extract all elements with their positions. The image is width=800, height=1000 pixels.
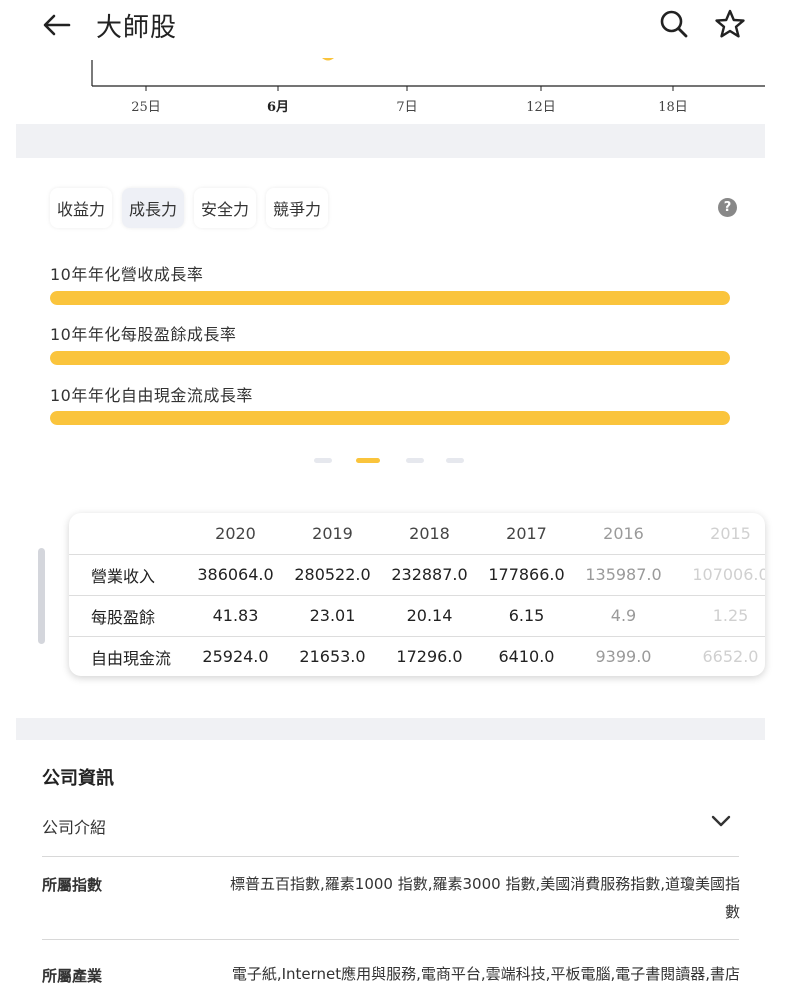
metric-tabs: 收益力 成長力 安全力 競爭力 <box>50 188 329 228</box>
metric-bar <box>50 351 730 365</box>
index-value-line: 數 <box>724 903 740 921</box>
table-row: 營業收入 386064.0 280522.0 232887.0 177866.0… <box>69 553 765 595</box>
company-intro-label: 公司介紹 <box>42 818 107 837</box>
table-cell: 23.01 <box>284 594 381 636</box>
metric-bar <box>50 411 730 425</box>
column-header: 2019 <box>312 523 353 543</box>
tick-label: 12日 <box>526 100 556 115</box>
tab-safety[interactable]: 安全力 <box>194 188 257 228</box>
table-row: 每股盈餘 41.83 23.01 20.14 6.15 4.9 1.25 <box>69 594 765 636</box>
chart-marker <box>322 58 334 61</box>
favorite-button[interactable] <box>712 6 748 42</box>
company-intro-toggle[interactable]: 公司介紹 <box>42 806 739 856</box>
tab-earnings[interactable]: 收益力 <box>50 188 113 228</box>
row-label: 每股盈餘 <box>69 594 187 636</box>
metric-bar-fill <box>50 411 730 425</box>
tick-label: 18日 <box>658 100 688 115</box>
column-header: 2020 <box>215 523 256 543</box>
star-icon <box>715 9 745 38</box>
column-header: 2016 <box>603 523 644 543</box>
table-cell: 386064.0 <box>187 553 284 595</box>
divider <box>42 856 739 857</box>
industry-key: 所屬產業 <box>42 967 103 985</box>
tick-label: 6月 <box>266 100 290 115</box>
metric-label: 10年年化自由現金流成長率 <box>50 386 253 405</box>
row-label: 自由現金流 <box>69 635 187 676</box>
pager-dot[interactable] <box>446 458 464 463</box>
arrow-left-icon <box>43 14 71 36</box>
tick-label: 7日 <box>396 100 418 115</box>
metric-label: 10年年化營收成長率 <box>50 265 204 284</box>
table-cell: 21653.0 <box>284 635 381 676</box>
table-cell: 41.83 <box>187 594 284 636</box>
index-value-line: 標普五百指數,羅素1000 指數,羅素3000 指數,美國消費服務指數,道瓊美國… <box>230 875 740 893</box>
table-corner <box>69 513 187 554</box>
table-row: 自由現金流 25924.0 21653.0 17296.0 6410.0 939… <box>69 635 765 676</box>
search-icon <box>660 10 688 38</box>
table-header-row: 2020 2019 2018 2017 2016 2015 <box>69 513 765 554</box>
chevron-down-icon <box>711 815 731 827</box>
metric-bar <box>50 291 730 305</box>
index-key: 所屬指數 <box>42 876 103 894</box>
pager-dot[interactable] <box>314 458 332 463</box>
search-button[interactable] <box>656 6 692 42</box>
tick-label: 25日 <box>131 100 161 115</box>
table-cell: 6410.0 <box>478 635 575 676</box>
top-bar: 大師股 <box>16 0 765 58</box>
pager-dot[interactable] <box>406 458 424 463</box>
app-view: 大師股 25日 6月 7日 12日 18日 收益力 成長力 安全力 競爭力 ? … <box>16 0 765 1000</box>
section-title: 公司資訊 <box>42 768 114 789</box>
table-cell: 107006.0 <box>672 553 765 595</box>
table-cell: 232887.0 <box>381 553 478 595</box>
table-cell: 177866.0 <box>478 553 575 595</box>
column-header: 2018 <box>409 523 450 543</box>
table-cell: 25924.0 <box>187 635 284 676</box>
tab-competitiveness[interactable]: 競爭力 <box>266 188 329 228</box>
industry-value: 電子紙,Internet應用與服務,電商平台,雲端科技,平板電腦,電子書閱讀器,… <box>231 965 740 983</box>
price-chart-fragment: 25日 6月 7日 12日 18日 <box>16 58 765 124</box>
table-cell: 20.14 <box>381 594 478 636</box>
table-cell: 1.25 <box>672 594 765 636</box>
side-scroll-indicator[interactable] <box>38 548 45 644</box>
pager-dot[interactable] <box>356 458 380 463</box>
table-cell: 6.15 <box>478 594 575 636</box>
table-cell: 17296.0 <box>381 635 478 676</box>
help-icon[interactable]: ? <box>718 198 737 217</box>
column-header: 2015 <box>710 523 751 543</box>
divider <box>42 939 739 940</box>
tab-growth[interactable]: 成長力 <box>122 188 185 228</box>
page-title: 大師股 <box>96 13 178 43</box>
metric-bar-fill <box>50 291 730 305</box>
table-cell: 6652.0 <box>672 635 765 676</box>
table-cell: 135987.0 <box>575 553 672 595</box>
column-header: 2017 <box>506 523 547 543</box>
index-value: 標普五百指數,羅素1000 指數,羅素3000 指數,美國消費服務指數,道瓊美國… <box>146 870 740 926</box>
growth-card: 收益力 成長力 安全力 競爭力 ? 10年年化營收成長率 10年年化每股盈餘成長… <box>16 158 765 718</box>
table-cell: 9399.0 <box>575 635 672 676</box>
table-cell: 4.9 <box>575 594 672 636</box>
table-cell: 280522.0 <box>284 553 381 595</box>
metric-label: 10年年化每股盈餘成長率 <box>50 325 237 344</box>
row-label: 營業收入 <box>69 553 187 595</box>
chart-axis <box>91 58 765 91</box>
back-button[interactable] <box>40 8 74 42</box>
metric-bar-fill <box>50 351 730 365</box>
company-info-card: 公司資訊 公司介紹 所屬指數 標普五百指數,羅素1000 指數,羅素3000 指… <box>16 740 765 1000</box>
financial-table[interactable]: 2020 2019 2018 2017 2016 2015 營業收入 38606… <box>69 513 765 676</box>
page: 大師股 25日 6月 7日 12日 18日 收益力 成長力 安全力 競爭力 ? … <box>0 0 800 1000</box>
